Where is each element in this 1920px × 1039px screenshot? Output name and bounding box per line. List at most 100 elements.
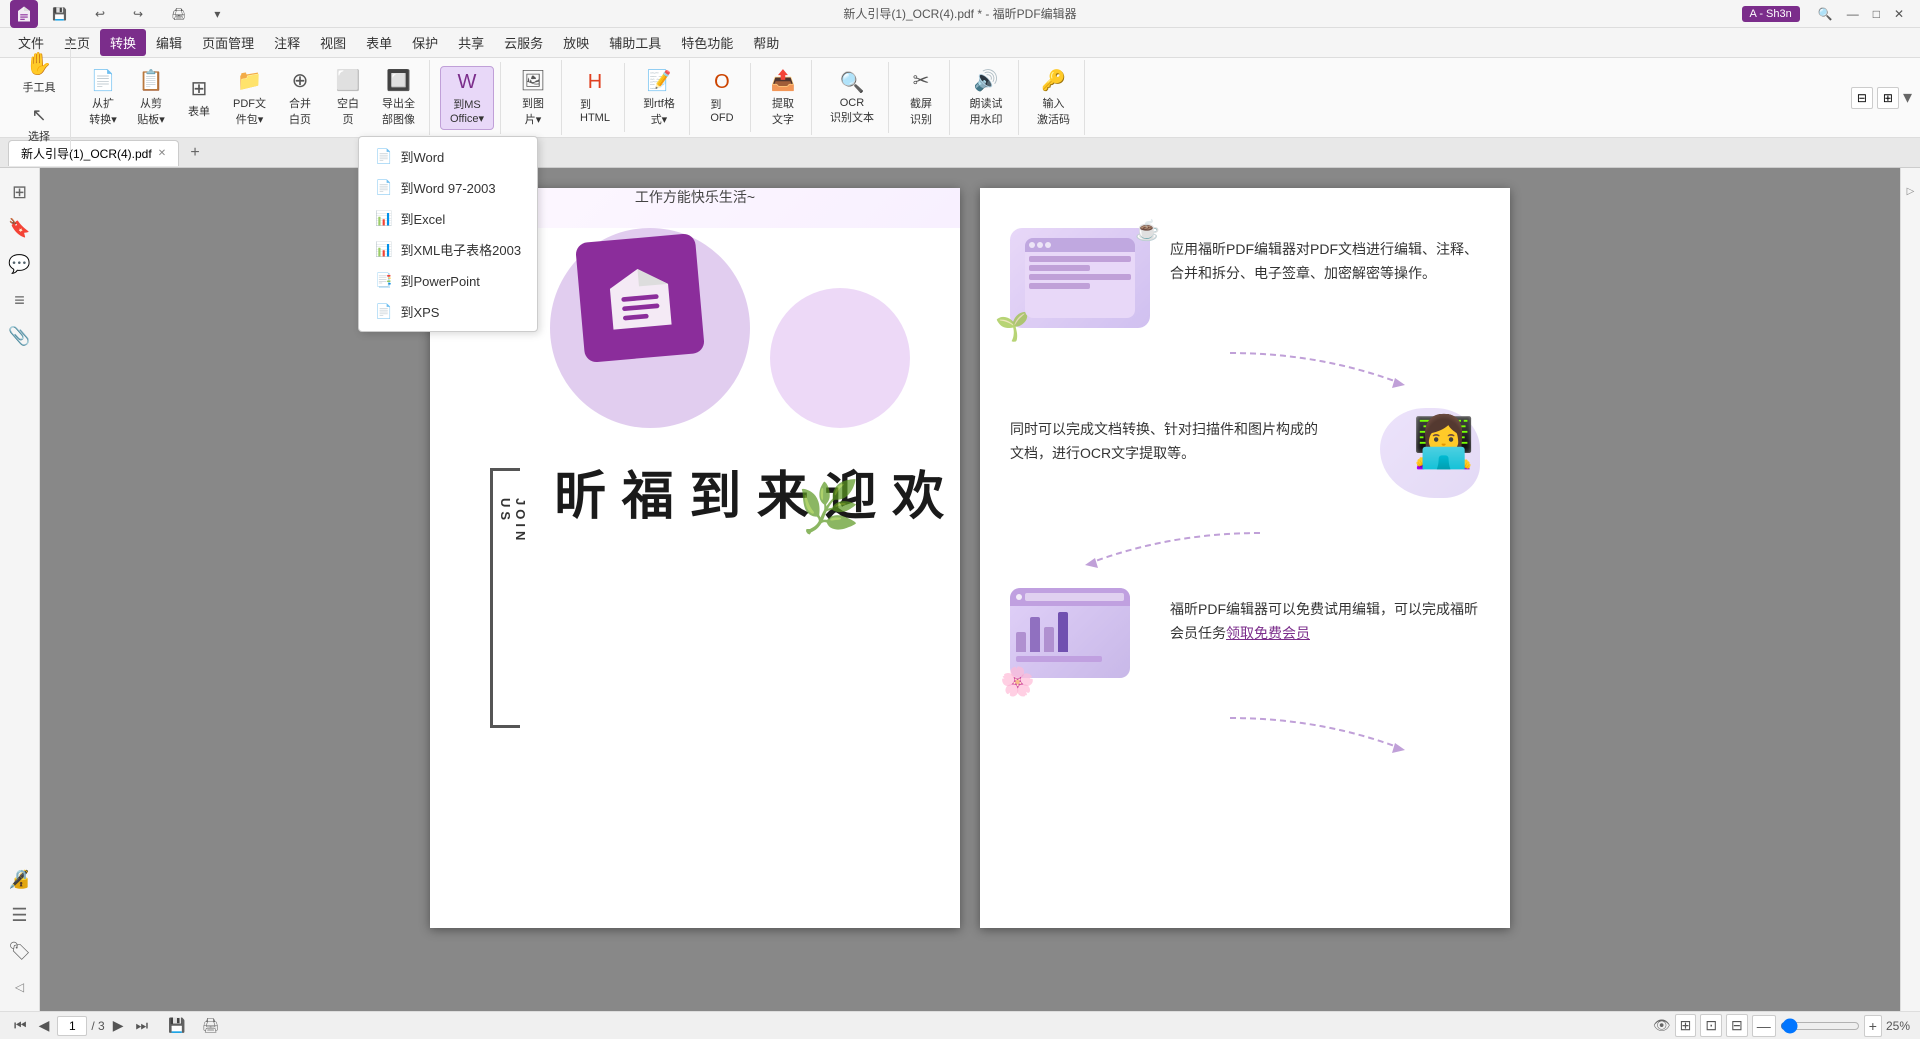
to-word-item[interactable]: 📄 到Word	[359, 141, 537, 172]
next-page-button[interactable]: ▶	[109, 1015, 128, 1036]
to-rtf-button[interactable]: 📝 到rtf格式▾	[635, 64, 683, 131]
arrow-3	[1010, 708, 1480, 758]
left-sidebar: ⊞ 🔖 💬 ≡ 📎 🔏 ☰ 🏷 ◁	[0, 168, 40, 1011]
pdf-package-button[interactable]: 📁 PDF文件包▾	[225, 64, 274, 131]
toolbar-group-extract: 📤 提取文字	[755, 60, 812, 135]
ocr-button[interactable]: 🔍 OCR识别文本	[822, 66, 882, 129]
capture-button[interactable]: ✂ 截屏识别	[899, 64, 943, 131]
menu-cloud[interactable]: 云服务	[494, 29, 553, 56]
window-close[interactable]: ✕	[1888, 5, 1910, 23]
menu-page-manage[interactable]: 页面管理	[192, 29, 264, 56]
deco-cup: ☕	[1135, 218, 1160, 243]
tab-close-button[interactable]: ✕	[158, 148, 166, 159]
print-icon[interactable]: 🖨	[202, 1017, 220, 1034]
to-excel-label: 到Excel	[400, 209, 445, 228]
menu-annotate[interactable]: 注释	[264, 29, 310, 56]
zoom-in-button-right[interactable]: +	[1864, 1015, 1882, 1037]
sidebar-tag[interactable]: 🏷	[4, 935, 36, 967]
dashed-arrow-svg-3	[1220, 708, 1420, 758]
to-word-97-item[interactable]: 📄 到Word 97-2003	[359, 172, 537, 203]
quick-access-undo[interactable]: ↩	[89, 5, 111, 23]
browser-dot-3	[1045, 242, 1051, 248]
hand-tool-button[interactable]: ✋ 手工具	[14, 47, 64, 99]
view-toggle-double[interactable]: ⊞	[1877, 87, 1899, 109]
select-tool-button[interactable]: ↖ 选择	[14, 101, 64, 148]
table-form-button[interactable]: ⊞ 表单	[177, 72, 221, 123]
convert-from-expand[interactable]: 📄 从扩转换▾	[81, 64, 125, 131]
to-html-button[interactable]: H 到HTML	[572, 67, 618, 128]
convert-clipboard[interactable]: 📋 从剪贴板▾	[129, 64, 173, 131]
quick-access-print[interactable]: 🖨	[165, 5, 192, 23]
sidebar-layers[interactable]: ≡	[4, 284, 36, 316]
zoom-in-button[interactable]: ⊞	[1675, 1014, 1697, 1037]
sidebar-comments[interactable]: 💬	[4, 248, 36, 280]
browser-line-2	[1029, 265, 1090, 271]
sidebar-signature[interactable]: 🔏	[4, 863, 36, 895]
dashed-arrow-svg-1	[1220, 343, 1420, 393]
sidebar-attachments[interactable]: 📎	[4, 320, 36, 352]
join-us-text: JOIN US	[498, 498, 528, 544]
to-image-button[interactable]: 🖼 到图片▾	[511, 64, 555, 131]
quick-access-save[interactable]: 💾	[46, 5, 73, 23]
toolbar-group-tools: ✋ 手工具 ↖ 选择	[8, 43, 71, 152]
save-current-icon[interactable]: 💾	[168, 1017, 185, 1034]
toolbar-more[interactable]: ▾	[1903, 87, 1912, 108]
menu-help[interactable]: 帮助	[743, 29, 789, 56]
menu-view[interactable]: 视图	[310, 29, 356, 56]
menu-convert[interactable]: 转换	[100, 29, 146, 56]
to-powerpoint-item[interactable]: 📑 到PowerPoint	[359, 265, 537, 296]
zoom-out-button-left[interactable]: —	[1752, 1015, 1776, 1037]
combine-icon: ⊕	[292, 68, 309, 93]
extract-text-button[interactable]: 📤 提取文字	[761, 64, 805, 131]
view-toggle-single[interactable]: ⊟	[1851, 87, 1873, 109]
to-ofd-button[interactable]: O 到OFD	[700, 67, 744, 128]
tts-button[interactable]: 🔊 朗读试用水印	[960, 64, 1012, 131]
first-page-button[interactable]: ⏮	[10, 1015, 31, 1036]
export-images-button[interactable]: 🔲 导出全部图像	[374, 64, 423, 131]
combine-button[interactable]: ⊕ 合并白页	[278, 64, 322, 131]
page-number-input[interactable]	[57, 1016, 87, 1036]
activate-button[interactable]: 🔑 输入激活码	[1029, 64, 1078, 131]
feature-img-1: 🌱 ☕	[1010, 228, 1150, 328]
last-page-button[interactable]: ⏭	[132, 1015, 153, 1036]
window-search[interactable]: 🔍	[1812, 5, 1839, 23]
menu-special[interactable]: 特色功能	[671, 29, 743, 56]
sidebar-form[interactable]: ☰	[4, 899, 36, 931]
zoom-width-button[interactable]: ⊟	[1726, 1014, 1748, 1037]
window-maximize[interactable]: □	[1867, 5, 1886, 23]
prev-page-button[interactable]: ◀	[35, 1015, 54, 1036]
panel-collapse-button[interactable]: ▷	[1903, 176, 1919, 206]
to-excel-item[interactable]: 📊 到Excel	[359, 203, 537, 234]
menu-share[interactable]: 共享	[448, 29, 494, 56]
to-xps-item[interactable]: 📄 到XPS	[359, 296, 537, 327]
feature-desc-1: 应用福昕PDF编辑器对PDF文档进行编辑、注释、合并和拆分、电子签章、加密解密等…	[1170, 238, 1480, 286]
window-minimize[interactable]: —	[1841, 5, 1865, 23]
browser-mockup	[1025, 238, 1135, 318]
pdf-package-label: PDF文件包▾	[233, 95, 266, 127]
bar2	[1030, 617, 1040, 652]
combine-label: 合并白页	[289, 95, 311, 127]
menu-accessibility[interactable]: 辅助工具	[599, 29, 671, 56]
to-ms-office-button[interactable]: W 到MSOffice▾	[440, 66, 494, 130]
sidebar-bookmark[interactable]: 🔖	[4, 212, 36, 244]
menu-form[interactable]: 表单	[356, 29, 402, 56]
to-xml-excel-item[interactable]: 📊 到XML电子表格2003	[359, 234, 537, 265]
zoom-fit-button[interactable]: ⊡	[1700, 1014, 1722, 1037]
pdf-viewer[interactable]: JOIN US 欢迎来到福昕 🌿 🕺 💃 感谢您如全球6.5亿用户一样信任福昕P…	[40, 168, 1900, 1011]
new-tab-button[interactable]: +	[183, 141, 207, 165]
menu-present[interactable]: 放映	[553, 29, 599, 56]
menu-edit[interactable]: 编辑	[146, 29, 192, 56]
sidebar-thumbnail[interactable]: ⊞	[4, 176, 36, 208]
free-member-link[interactable]: 领取免费会员	[1226, 625, 1310, 641]
zoom-slider[interactable]	[1780, 1018, 1860, 1034]
status-bar: ⏮ ◀ / 3 ▶ ⏭ 💾 🖨 👁 ⊞ ⊡ ⊟ — + 25%	[0, 1011, 1920, 1039]
sidebar-collapse[interactable]: ◁	[4, 971, 36, 1003]
quick-access-more[interactable]: ▾	[208, 5, 226, 23]
feature-text-3: 福昕PDF编辑器可以免费试用编辑，可以完成福昕会员任务领取免费会员	[1170, 588, 1480, 646]
quick-access-redo[interactable]: ↪	[127, 5, 149, 23]
convert-from-label: 从扩转换▾	[89, 95, 117, 127]
menu-protect[interactable]: 保护	[402, 29, 448, 56]
blank-page-button[interactable]: ⬜ 空白页	[326, 64, 370, 131]
user-badge[interactable]: A - Sh3n	[1742, 6, 1800, 22]
arrow-2	[1010, 523, 1480, 573]
